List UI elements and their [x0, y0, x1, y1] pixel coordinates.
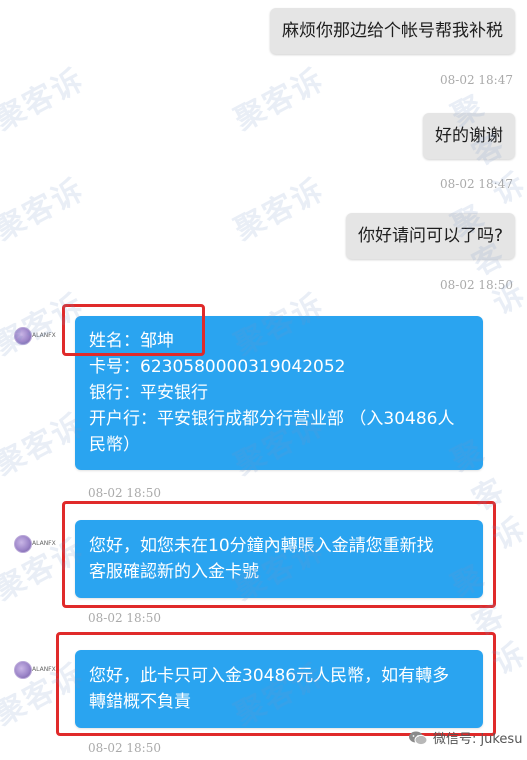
wechat-account-label: 微信号: jukesu — [433, 732, 523, 747]
message-timestamp: 08-02 18:50 — [440, 278, 513, 292]
watermark-text: 聚客诉 — [0, 62, 91, 139]
message-timestamp: 08-02 18:47 — [440, 177, 513, 191]
outgoing-message-bubble[interactable]: 你好请问可以了吗? — [345, 213, 515, 259]
watermark-text: 聚客诉 — [229, 62, 331, 139]
avatar[interactable] — [14, 535, 32, 553]
wechat-icon — [409, 731, 428, 745]
message-timestamp: 08-02 18:47 — [440, 73, 513, 87]
sender-name: ALANFX — [32, 540, 56, 547]
message-text: 好的谢谢 — [435, 126, 503, 146]
message-line: 银行：平安银行 — [89, 383, 208, 403]
message-line: 民幣） — [89, 435, 140, 455]
outgoing-message-bubble[interactable]: 麻烦你那边给个帐号帮我补税 — [270, 8, 515, 54]
message-text: 麻烦你那边给个帐号帮我补税 — [282, 21, 503, 41]
message-line: 卡号：6230580000319042052 — [89, 357, 346, 377]
avatar[interactable] — [14, 661, 32, 679]
highlight-box — [62, 501, 496, 608]
message-timestamp: 08-02 18:50 — [88, 486, 161, 500]
message-line: 开户行：平安银行成都分行营业部 （入30486人 — [89, 409, 455, 429]
avatar[interactable] — [14, 327, 32, 345]
watermark-text: 聚客诉 — [0, 172, 91, 249]
watermark-text: 聚客诉 — [229, 172, 331, 249]
outgoing-message-bubble[interactable]: 好的谢谢 — [423, 113, 515, 159]
highlight-box — [62, 304, 205, 356]
sender-name: ALANFX — [32, 666, 56, 673]
message-timestamp: 08-02 18:50 — [88, 741, 161, 755]
wechat-account-watermark: 微信号: jukesu — [408, 728, 522, 747]
highlight-box — [56, 632, 496, 736]
message-timestamp: 08-02 18:50 — [88, 611, 161, 625]
message-text: 你好请问可以了吗? — [357, 226, 503, 246]
sender-name: ALANFX — [32, 332, 56, 339]
